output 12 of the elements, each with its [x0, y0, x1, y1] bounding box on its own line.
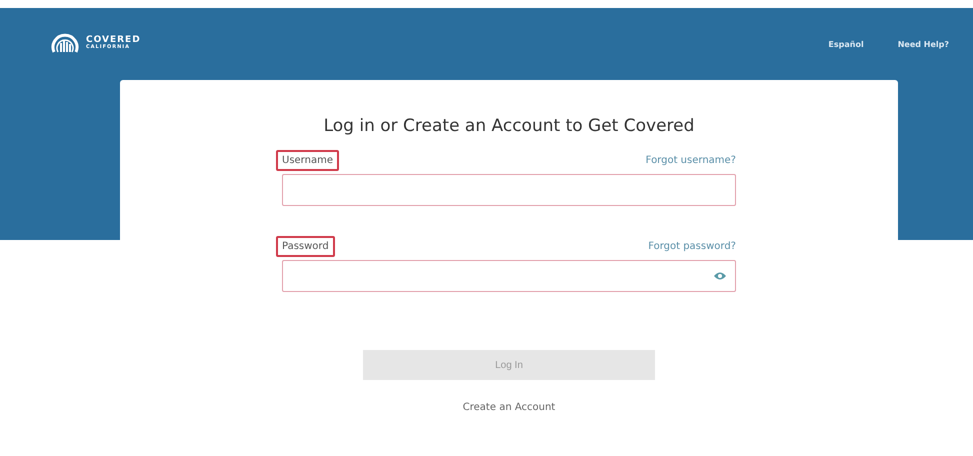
forgot-link[interactable]: Forgot username?	[646, 155, 736, 166]
forgot-link[interactable]: Forgot password?	[648, 241, 736, 252]
create-account-link[interactable]: Create an Account	[462, 402, 556, 413]
header-link[interactable]: Need Help?	[898, 40, 949, 49]
card-title: Log in or Create an Account to Get Covered	[324, 116, 694, 136]
field-label: Password	[276, 236, 335, 257]
logo-title: COVERED	[86, 36, 141, 45]
field-label: Username	[276, 150, 339, 171]
eye-icon[interactable]	[713, 271, 727, 281]
input-field[interactable]	[282, 174, 736, 206]
input-field[interactable]	[282, 260, 736, 292]
header-link[interactable]: Español	[828, 40, 864, 49]
